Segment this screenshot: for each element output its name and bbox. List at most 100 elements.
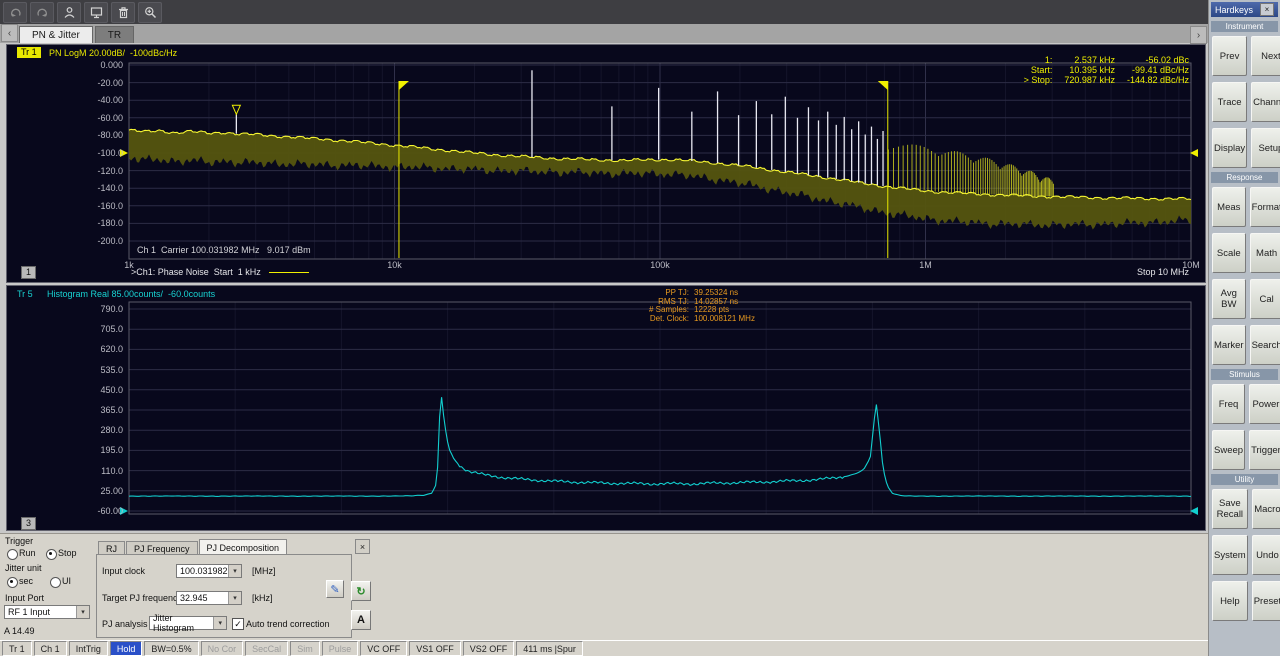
hardkey-sweep-button[interactable]: Sweep <box>1212 430 1246 470</box>
status-segment-tr-1[interactable]: Tr 1 <box>2 641 32 656</box>
auto-trend-correction-checkbox[interactable]: ✓ <box>232 618 244 630</box>
hardkey-search-button[interactable]: Search <box>1249 325 1280 365</box>
status-segment-seccal[interactable]: SecCal <box>245 641 289 656</box>
redo-icon[interactable] <box>30 1 54 23</box>
y-axis-label: -180.0 <box>97 218 123 229</box>
status-segment-vs2-off[interactable]: VS2 OFF <box>462 641 515 656</box>
trigger-stop-radio[interactable] <box>46 549 57 560</box>
edit-icon[interactable]: ✎ <box>326 580 344 598</box>
tab-scroll-left-icon[interactable]: ‹ <box>1 24 18 42</box>
target-pj-frequency-select[interactable]: 32.945 ▾ <box>176 591 242 605</box>
hardkey-prev-button[interactable]: Prev <box>1212 36 1248 76</box>
hardkey-channel-button[interactable]: Channel <box>1251 82 1280 122</box>
delete-icon[interactable] <box>111 1 135 23</box>
user-signal-icon[interactable] <box>57 1 81 23</box>
x-axis-label: 1M <box>919 260 932 270</box>
tab-pn-jitter[interactable]: PN & Jitter <box>19 26 93 43</box>
status-segment-hold[interactable]: Hold <box>109 641 143 656</box>
jitter-unit-group-label: Jitter unit <box>5 563 42 573</box>
tab-rj[interactable]: RJ <box>98 541 125 555</box>
status-segment-inttrig[interactable]: IntTrig <box>68 641 108 656</box>
hardkey-avg-bw-button[interactable]: Avg BW <box>1212 279 1246 319</box>
tab-label: TR <box>107 29 122 41</box>
hardkey-math-button[interactable]: Math <box>1249 233 1280 273</box>
hardkey-preset-button[interactable]: Preset <box>1251 581 1280 621</box>
status-segment-sim[interactable]: Sim <box>290 641 320 656</box>
marker-readout-freq: 10.395 kHz <box>1069 65 1115 75</box>
jitter-results: PP TJ: 39.25324 ns RMS TJ: 14.02857 ns # Sam… <box>649 288 755 323</box>
a-tool-icon[interactable]: A <box>351 610 371 630</box>
marker-readout-table: 1: 2.537 kHz -56.02 dBc Start: 10.395 kHz -99… <box>1024 55 1189 85</box>
undo-icon[interactable] <box>3 1 27 23</box>
jitter-unit-sec-radio[interactable] <box>7 577 18 588</box>
zoom-icon[interactable] <box>138 1 162 23</box>
hardkeys-section-label: Response <box>1211 172 1278 183</box>
status-segment-pulse[interactable]: Pulse <box>321 641 359 656</box>
trigger-run-radio[interactable] <box>7 549 18 560</box>
histogram-plot[interactable] <box>7 286 1205 530</box>
jitter-unit-ui-radio[interactable] <box>50 577 61 588</box>
trace1-badge[interactable]: Tr 1 <box>17 47 41 58</box>
trace5-badge[interactable]: Tr 5 <box>17 289 33 299</box>
hardkey-power-button[interactable]: Power <box>1249 384 1280 424</box>
hardkey-trace-button[interactable]: Trace <box>1212 82 1248 122</box>
hardkey-trigger-button[interactable]: Trigger <box>1249 430 1280 470</box>
status-segment-bw-0-5-[interactable]: BW=0.5% <box>144 641 199 656</box>
hardkey-next-button[interactable]: Next <box>1251 36 1280 76</box>
chevron-down-icon: ▾ <box>228 565 241 577</box>
pj-analysis-select[interactable]: Jitter Histogram ▾ <box>149 613 227 633</box>
input-port-value: RF 1 Input <box>8 607 51 617</box>
close-icon[interactable]: × <box>1260 3 1274 16</box>
y-axis-label: -60.00 <box>97 112 123 123</box>
hardkey-save-recall-button[interactable]: Save Recall <box>1212 489 1248 529</box>
marker-readout-value: -56.02 dBc <box>1145 55 1189 65</box>
y-axis-label: -80.00 <box>97 130 123 141</box>
input-clock-unit: [MHz] <box>252 566 276 576</box>
hardkey-marker-button[interactable]: Marker <box>1212 325 1246 365</box>
status-segment-no-cor[interactable]: No Cor <box>200 641 244 656</box>
marker-readout-freq: 720.987 kHz <box>1064 75 1115 85</box>
input-port-select[interactable]: RF 1 Input ▾ <box>4 605 90 619</box>
tab-pj-frequency[interactable]: PJ Frequency <box>126 541 198 555</box>
hardkey-help-button[interactable]: Help <box>1212 581 1248 621</box>
trace1-title: PN LogM 20.00dB/ -100dBc/Hz <box>49 48 178 58</box>
stop-frequency-label: Stop 10 MHz <box>1136 267 1189 277</box>
status-segment-411-ms-spur[interactable]: 411 ms |Spur <box>516 641 583 656</box>
hardkey-display-button[interactable]: Display <box>1212 128 1248 168</box>
hardkey-cal-button[interactable]: Cal <box>1249 279 1280 319</box>
hardkey-format-button[interactable]: Format <box>1249 187 1280 227</box>
hardkey-meas-button[interactable]: Meas <box>1212 187 1246 227</box>
y-axis-label: -60.00 <box>97 506 123 516</box>
hardkeys-grid: Save Recall Macro System Undo Help Preset <box>1209 485 1280 621</box>
target-pj-frequency-unit: [kHz] <box>252 593 273 603</box>
hardkey-macro-button[interactable]: Macro <box>1251 489 1280 529</box>
pj-analysis-label: PJ analysis <box>102 619 148 629</box>
x-axis-label: 100k <box>650 260 670 270</box>
hardkey-scale-button[interactable]: Scale <box>1212 233 1246 273</box>
screen-capture-icon[interactable] <box>84 1 108 23</box>
input-clock-select[interactable]: 100.031982 ▾ <box>176 564 242 578</box>
trigger-stop-label: Stop <box>58 548 77 558</box>
tab-scroll-right-icon[interactable]: › <box>1190 26 1207 44</box>
hardkey-system-button[interactable]: System <box>1212 535 1248 575</box>
hardkey-freq-button[interactable]: Freq <box>1212 384 1246 424</box>
y-axis-label: -140.0 <box>97 183 123 194</box>
hardkey-undo-button[interactable]: Undo <box>1251 535 1280 575</box>
refresh-icon[interactable]: ↻ <box>351 581 371 601</box>
hardkey-setup-button[interactable]: Setup <box>1251 128 1280 168</box>
status-segment-vs1-off[interactable]: VS1 OFF <box>409 641 461 656</box>
status-segment-vc-off[interactable]: VC OFF <box>360 641 408 656</box>
phase-noise-chart: Tr 1 PN LogM 20.00dB/ -100dBc/Hz 1: 2.537… <box>6 44 1206 283</box>
marker-readout-label: 1: <box>1044 55 1053 65</box>
hardkeys-grid: Meas Format Scale Math Avg BW Cal Marker Search <box>1209 183 1280 365</box>
hardkeys-header[interactable]: Hardkeys × <box>1211 2 1278 17</box>
close-icon[interactable]: × <box>355 539 370 554</box>
auto-trend-correction-label: Auto trend correction <box>246 619 330 629</box>
tab-tr[interactable]: TR <box>94 26 135 43</box>
y-axis-label: -20.00 <box>97 77 123 88</box>
result-label: Det. Clock: <box>649 313 690 323</box>
marker-readout-freq: 2.537 kHz <box>1074 55 1115 65</box>
status-segment-ch-1[interactable]: Ch 1 <box>33 641 67 656</box>
tab-pj-decomposition[interactable]: PJ Decomposition <box>198 539 288 555</box>
check-icon: ✓ <box>234 618 242 629</box>
